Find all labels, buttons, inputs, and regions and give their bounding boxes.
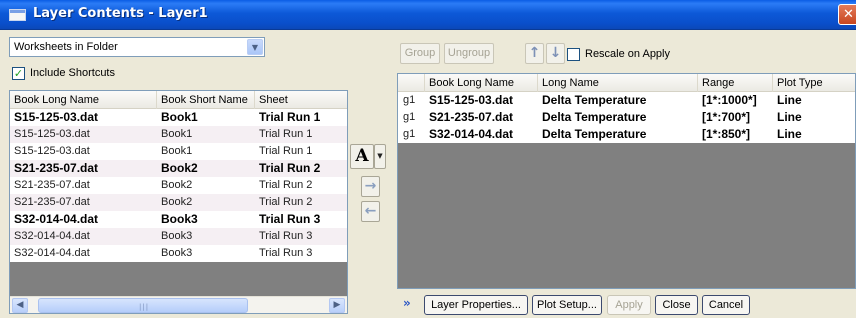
col-range[interactable]: Range <box>698 74 773 92</box>
source-dropdown-value: Worksheets in Folder <box>14 41 118 53</box>
cell-short: Book2 <box>161 179 193 191</box>
cell-range: [1*:1000*] <box>702 93 757 107</box>
cell-short: Book3 <box>161 247 193 259</box>
cell-sheet: Trial Run 1 <box>259 128 313 140</box>
cell-long: S21-235-07.dat <box>14 179 90 191</box>
add-to-layer-button[interactable]: → <box>361 176 380 197</box>
source-dropdown[interactable]: Worksheets in Folder ▼ <box>9 37 265 57</box>
layer-properties-button[interactable]: Layer Properties... <box>424 295 528 315</box>
table-row[interactable]: S32-014-04.dat Book3 Trial Run 3 <box>10 211 347 228</box>
cell-plot-type: Line <box>777 127 802 141</box>
layer-contents-dialog: Layer Contents - Layer1 ✕ Worksheets in … <box>0 0 856 318</box>
cell-sheet: Trial Run 2 <box>259 196 313 208</box>
cell-sheet: Trial Run 1 <box>259 145 313 157</box>
cell-range: [1*:850*] <box>702 127 751 141</box>
layer-row[interactable]: g1 S15-125-03.dat Delta Temperature [1*:100… <box>398 92 855 109</box>
layer-row[interactable]: g1 S32-014-04.dat Delta Temperature [1*:850… <box>398 126 855 143</box>
empty-list-area <box>10 262 347 298</box>
layer-contents-list[interactable]: Book Long Name Long Name Range Plot Type… <box>397 73 856 289</box>
cell-long: S32-014-04.dat <box>14 230 90 242</box>
chevron-down-icon[interactable]: ▼ <box>247 39 263 55</box>
cell-long-name: Delta Temperature <box>542 93 647 107</box>
include-shortcuts-label: Include Shortcuts <box>30 67 115 79</box>
layer-row[interactable]: g1 S21-235-07.dat Delta Temperature [1*:700… <box>398 109 855 126</box>
cell-sheet: Trial Run 2 <box>259 179 313 191</box>
cell-sheet: Trial Run 3 <box>259 212 321 226</box>
cell-layer: g1 <box>403 128 416 140</box>
col-layer[interactable] <box>398 74 425 92</box>
cell-range: [1*:700*] <box>702 110 751 124</box>
col-sheet[interactable]: Sheet <box>255 91 347 109</box>
cell-sheet: Trial Run 2 <box>259 161 321 175</box>
cell-layer: g1 <box>403 94 416 106</box>
table-row[interactable]: S21-235-07.dat Book2 Trial Run 2 <box>10 177 347 194</box>
cell-short: Book3 <box>161 230 193 242</box>
table-row[interactable]: S15-125-03.dat Book1 Trial Run 1 <box>10 126 347 143</box>
horizontal-scrollbar[interactable]: ◀ ||| ▶ <box>10 296 347 313</box>
col-book-short-name[interactable]: Book Short Name <box>157 91 255 109</box>
include-shortcuts-check[interactable]: ✓ <box>12 67 25 80</box>
close-button[interactable]: Close <box>655 295 698 315</box>
available-data-list[interactable]: Book Long Name Book Short Name Sheet S15… <box>9 90 348 314</box>
cell-book: S32-014-04.dat <box>429 127 514 141</box>
cell-long: S21-235-07.dat <box>14 161 99 175</box>
cell-short: Book2 <box>161 196 193 208</box>
layer-contents-header: Book Long Name Long Name Range Plot Type <box>398 74 855 92</box>
table-row[interactable]: S32-014-04.dat Book3 Trial Run 3 <box>10 228 347 245</box>
cell-long: S15-125-03.dat <box>14 110 99 124</box>
col-book-long-name-right[interactable]: Book Long Name <box>425 74 538 92</box>
cell-long: S15-125-03.dat <box>14 145 90 157</box>
cell-short: Book3 <box>161 212 198 226</box>
col-long-name[interactable]: Long Name <box>538 74 698 92</box>
cell-short: Book2 <box>161 161 198 175</box>
apply-button[interactable]: Apply <box>607 295 651 315</box>
scroll-thumb[interactable]: ||| <box>38 298 248 313</box>
cell-long: S21-235-07.dat <box>14 196 90 208</box>
cell-book: S21-235-07.dat <box>429 110 514 124</box>
cell-long-name: Delta Temperature <box>542 127 647 141</box>
cell-short: Book1 <box>161 110 198 124</box>
table-row[interactable]: S21-235-07.dat Book2 Trial Run 2 <box>10 160 347 177</box>
cell-short: Book1 <box>161 145 193 157</box>
cell-plot-type: Line <box>777 93 802 107</box>
cell-long: S15-125-03.dat <box>14 128 90 140</box>
cell-long: S32-014-04.dat <box>14 247 90 259</box>
col-plot-type[interactable]: Plot Type <box>773 74 855 92</box>
cell-sheet: Trial Run 3 <box>259 230 313 242</box>
cancel-button[interactable]: Cancel <box>702 295 750 315</box>
cell-layer: g1 <box>403 111 416 123</box>
move-down-icon[interactable]: ↓ <box>546 43 565 64</box>
move-up-icon[interactable]: ↑ <box>525 43 544 64</box>
table-row[interactable]: S21-235-07.dat Book2 Trial Run 2 <box>10 194 347 211</box>
group-button[interactable]: Group <box>400 43 440 64</box>
rescale-check[interactable] <box>567 48 580 61</box>
scroll-right-icon[interactable]: ▶ <box>329 298 345 313</box>
scroll-grip-icon: ||| <box>139 303 150 311</box>
window-title: Layer Contents - Layer1 <box>33 6 208 21</box>
font-style-dropdown[interactable]: ▼ <box>374 144 386 169</box>
table-row[interactable]: S32-014-04.dat Book3 Trial Run 3 <box>10 245 347 262</box>
expand-icon[interactable]: » <box>403 296 411 310</box>
title-bar[interactable]: Layer Contents - Layer1 ✕ <box>0 0 856 30</box>
col-book-long-name[interactable]: Book Long Name <box>10 91 157 109</box>
cell-long: S32-014-04.dat <box>14 212 99 226</box>
cell-long-name: Delta Temperature <box>542 110 647 124</box>
close-window-button[interactable]: ✕ <box>838 4 856 25</box>
table-row[interactable]: S15-125-03.dat Book1 Trial Run 1 <box>10 143 347 160</box>
cell-sheet: Trial Run 3 <box>259 247 313 259</box>
cell-short: Book1 <box>161 128 193 140</box>
window-icon <box>9 9 26 21</box>
remove-from-layer-button[interactable]: ← <box>361 201 380 222</box>
available-data-header: Book Long Name Book Short Name Sheet <box>10 91 347 109</box>
cell-plot-type: Line <box>777 110 802 124</box>
rescale-label: Rescale on Apply <box>585 48 670 60</box>
cell-sheet: Trial Run 1 <box>259 110 321 124</box>
scroll-left-icon[interactable]: ◀ <box>12 298 28 313</box>
table-row[interactable]: S15-125-03.dat Book1 Trial Run 1 <box>10 109 347 126</box>
ungroup-button[interactable]: Ungroup <box>444 43 494 64</box>
font-style-button[interactable]: A <box>350 144 374 169</box>
plot-setup-button[interactable]: Plot Setup... <box>532 295 602 315</box>
cell-book: S15-125-03.dat <box>429 93 514 107</box>
